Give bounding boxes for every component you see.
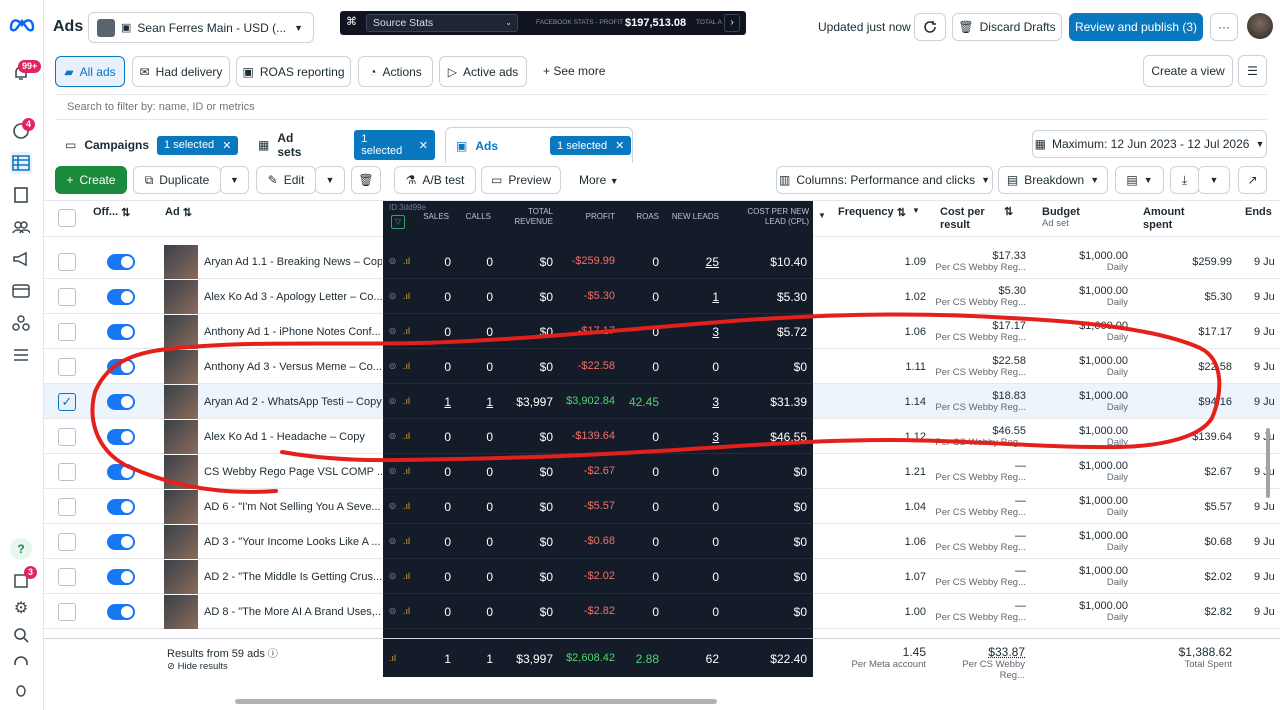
red-annotation-circle — [90, 312, 1222, 494]
annotation-stroke — [90, 312, 1222, 494]
